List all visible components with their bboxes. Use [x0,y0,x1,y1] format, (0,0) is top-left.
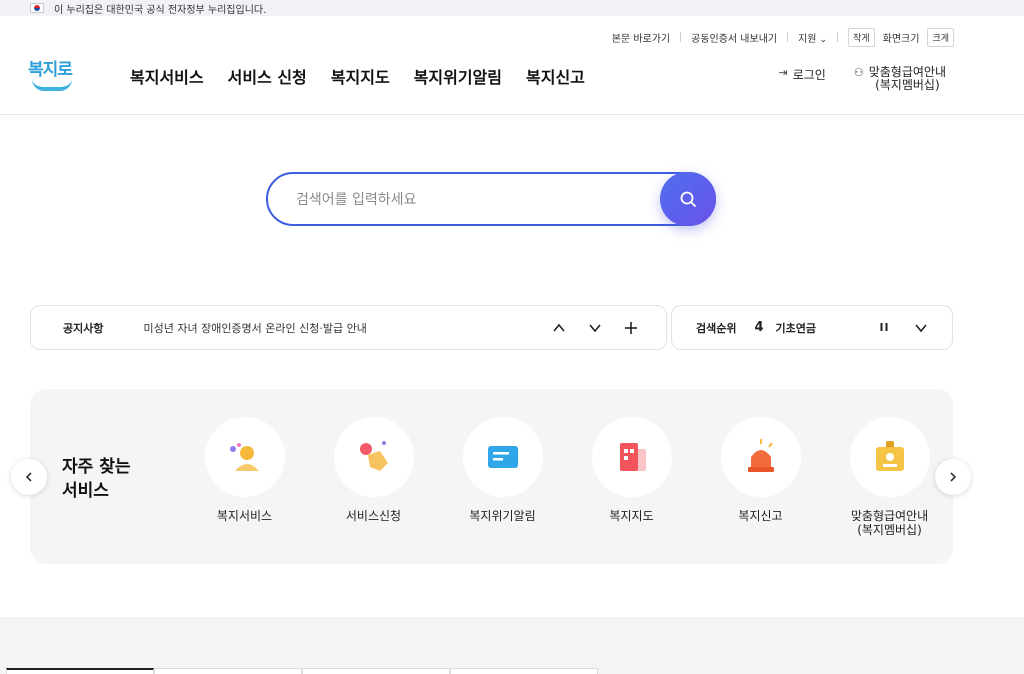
nav-welfare-map[interactable]: 복지지도 [331,64,390,88]
hand-touch-icon [359,441,388,471]
favorite-icon-circle [333,417,414,497]
divider [680,32,682,42]
plus-icon[interactable] [624,321,638,335]
main-nav: 복지서비스 서비스 신청 복지지도 복지위기알림 복지신고 [130,64,585,88]
favorite-label: 복지신고 [738,509,783,523]
membership-label: 맞춤형급여안내 (복지멤버십) [869,66,946,92]
search-icon [680,191,696,207]
rank-number: 4 [754,320,764,335]
section-tabs [6,668,598,674]
favorite-label: 복지지도 [609,509,654,523]
korea-flag-icon [30,3,44,13]
favorite-title-line1: 자주 찾는 [62,457,131,477]
divider [837,32,839,42]
favorite-icon-circle [849,417,930,497]
building-icon [619,443,646,471]
favorite-icon-circle [591,417,672,497]
search-rank-bar: 검색순위 4 기초연금 [671,305,953,350]
favorite-label: 복지서비스 [216,509,273,523]
notice-label: 공지사항 [63,321,104,335]
login-icon: ⇥ [778,66,788,79]
favorite-services: 자주 찾는 서비스 복지서비스 서비스신청 복지위기알림 복지지도 복지신고 맞… [30,389,953,564]
rank-keyword[interactable]: 기초연금 [776,320,878,336]
membership-line2: (복지멤버십) [875,78,940,92]
logo-text: 복지로 [28,60,73,80]
favorite-item-service-apply[interactable]: 서비스신청 [309,417,438,537]
notice-bar: 공지사항 미성년 자녀 장애인증명서 온라인 신청·발급 안내 [30,305,667,350]
nav-crisis-alert[interactable]: 복지위기알림 [414,64,502,88]
header-divider [0,114,1024,115]
chevron-down-icon[interactable] [588,321,602,335]
favorite-icon-circle [462,417,543,497]
section-tab[interactable] [450,668,598,674]
content-section-bg [0,617,1024,674]
pause-icon[interactable] [878,321,890,333]
favorite-label: 맞춤형급여안내 (복지멤버십) [850,509,929,537]
chevron-right-icon [950,472,957,482]
search-input[interactable] [296,188,656,212]
font-smaller-button[interactable]: 작게 [848,27,875,47]
person-icon [229,443,259,471]
section-tab[interactable] [6,668,154,674]
favorite-item-crisis-alert[interactable]: 복지위기알림 [438,417,567,537]
search-box [266,172,716,226]
chevron-left-icon [25,472,32,482]
favorite-title-line2: 서비스 [62,481,109,501]
notice-text[interactable]: 미성년 자녀 장애인증명서 온라인 신청·발급 안내 [143,320,552,336]
favorite-list: 복지서비스 서비스신청 복지위기알림 복지지도 복지신고 맞춤형급여안내 (복지… [180,417,954,537]
rank-controls [878,321,928,335]
site-logo[interactable]: 복지로 [28,55,78,95]
skip-to-content-link[interactable]: 본문 바로가기 [612,30,670,45]
rank-label: 검색순위 [696,321,737,335]
favorite-label: 서비스신청 [345,509,402,523]
login-label: 로그인 [792,68,826,82]
user-add-icon: ⚇ [853,66,864,79]
search-button[interactable] [660,172,716,226]
support-menu[interactable]: 지원 ⌄ [798,30,827,45]
favorite-icon-circle [720,417,801,497]
font-size-label: 화면크기 [882,33,920,45]
divider [787,32,789,42]
chevron-down-icon: ⌄ [819,34,828,45]
notice-controls [552,321,638,335]
favorite-icon-circle [204,417,285,497]
login-button[interactable]: ⇥ 로그인 [779,66,826,92]
message-icon [487,446,518,468]
siren-icon [747,439,774,472]
font-larger-button[interactable]: 크게 [927,27,954,47]
favorite-item-welfare-map[interactable]: 복지지도 [567,417,696,537]
carousel-prev-button[interactable] [11,459,47,495]
support-label: 지원 [798,33,817,45]
chevron-down-icon[interactable] [914,321,928,335]
membership-button[interactable]: ⚇ 맞춤형급여안내 (복지멤버십) [854,66,946,92]
section-tab[interactable] [302,668,450,674]
utility-menu: 본문 바로가기 공동인증서 내보내기 지원 ⌄ 작게 화면크기 크게 [612,27,954,47]
section-tab[interactable] [154,668,302,674]
nav-welfare-service[interactable]: 복지서비스 [130,64,204,88]
favorite-title: 자주 찾는 서비스 [62,455,130,503]
favorite-item-welfare-service[interactable]: 복지서비스 [180,417,309,537]
cert-export-link[interactable]: 공동인증서 내보내기 [691,30,777,45]
favorite-item-welfare-report[interactable]: 복지신고 [696,417,825,537]
gov-banner: 이 누리집은 대한민국 공식 전자정부 누리집입니다. [0,0,1024,16]
favorite-label: 복지위기알림 [469,509,536,523]
nav-welfare-report[interactable]: 복지신고 [526,64,585,88]
nav-service-apply[interactable]: 서비스 신청 [228,64,307,88]
id-card-icon [875,441,904,471]
logo-smile-icon [32,79,72,91]
membership-line1: 맞춤형급여안내 [868,65,946,79]
carousel-next-button[interactable] [935,459,971,495]
header-actions: ⇥ 로그인 ⚇ 맞춤형급여안내 (복지멤버십) [779,66,947,92]
gov-banner-text: 이 누리집은 대한민국 공식 전자정부 누리집입니다. [54,4,267,16]
chevron-up-icon[interactable] [552,321,566,335]
